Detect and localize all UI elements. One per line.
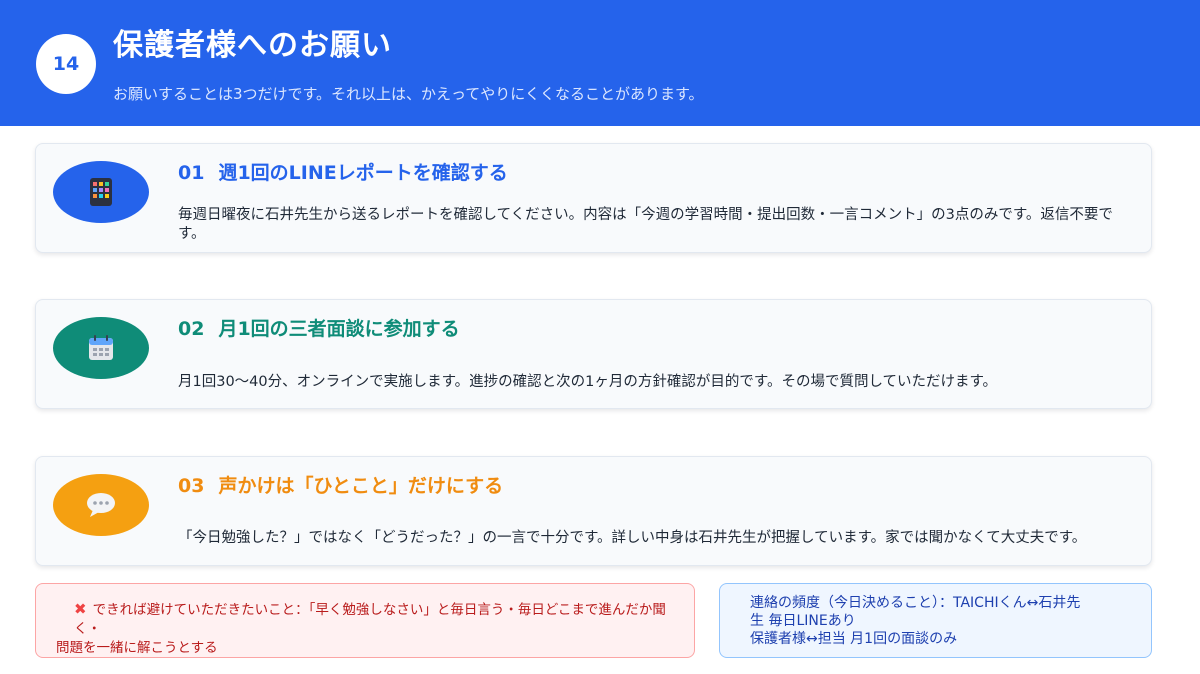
card-2-number: 02 xyxy=(178,318,205,340)
card-3-icon-circle xyxy=(53,474,149,536)
contact-note-line-3: 保護者様↔担当 月1回の面談のみ xyxy=(750,631,958,647)
page-number-badge: 14 xyxy=(36,34,96,94)
speech-bubble-icon xyxy=(87,493,115,517)
mobile-app-icon xyxy=(90,178,112,206)
contact-note-line-1: 連絡の頻度（今日決めること）：TAICHIくん↔石井先 xyxy=(750,595,1081,611)
cross-mark-icon: ✖ xyxy=(74,600,87,618)
request-card-3: 03 声かけは「ひとこと」だけにする 「今日勉強した？」ではなく「どうだった？」の… xyxy=(35,456,1152,566)
card-1-body: 毎週日曜夜に石井先生から送るレポートを確認してください。内容は「今週の学習時間・… xyxy=(178,207,1113,242)
card-1-number: 01 xyxy=(178,162,205,184)
request-card-1: 01 週1回のLINEレポートを確認する 毎週日曜夜に石井先生から送るレポートを確… xyxy=(35,143,1152,253)
page-subtitle: お願いすることは3つだけです。それ以上は、かえってやりにくくなることがあります。 xyxy=(113,85,704,103)
card-2-icon-circle xyxy=(53,317,149,379)
request-card-2: 02 月1回の三者面談に参加する 月1回30～40分、オンラインで実施します。進捗… xyxy=(35,299,1152,409)
card-3-body: 「今日勉強した？」ではなく「どうだった？」の一言で十分です。詳しい中身は石井先生… xyxy=(178,530,1087,546)
card-1-icon-circle xyxy=(53,161,149,223)
card-2-title: 02 月1回の三者面談に参加する xyxy=(178,314,460,341)
card-2-body: 月1回30～40分、オンラインで実施します。進捗の確認と次の1ヶ月の方針確認が目… xyxy=(178,374,998,390)
calendar-icon xyxy=(89,335,113,360)
card-1-title-text: 週1回のLINEレポートを確認する xyxy=(218,162,508,184)
page-title: 保護者様へのお願い xyxy=(113,28,392,63)
card-3-title-text: 声かけは「ひとこと」だけにする xyxy=(218,475,504,497)
header-bar: 14 保護者様へのお願い お願いすることは3つだけです。それ以上は、かえってやり… xyxy=(0,0,1200,126)
card-3-title: 03 声かけは「ひとこと」だけにする xyxy=(178,471,503,498)
avoid-note: ✖ できれば避けていただきたいこと：「早く勉強しなさい」と毎日言う・毎日どこまで進… xyxy=(35,583,695,658)
contact-note-line-2: 生 毎日LINEあり xyxy=(750,613,856,629)
avoid-note-line-1: できれば避けていただきたいこと：「早く勉強しなさい」と毎日言う・毎日どこまで進ん… xyxy=(74,602,666,637)
card-3-number: 03 xyxy=(178,475,205,497)
card-2-title-text: 月1回の三者面談に参加する xyxy=(218,318,460,340)
contact-frequency-note: 連絡の頻度（今日決めること）：TAICHIくん↔石井先 生 毎日LINEあり 保… xyxy=(719,583,1152,658)
page-number: 14 xyxy=(52,53,80,75)
avoid-note-line-2: 問題を一緒に解こうとする xyxy=(56,640,218,656)
card-1-title: 01 週1回のLINEレポートを確認する xyxy=(178,158,508,185)
